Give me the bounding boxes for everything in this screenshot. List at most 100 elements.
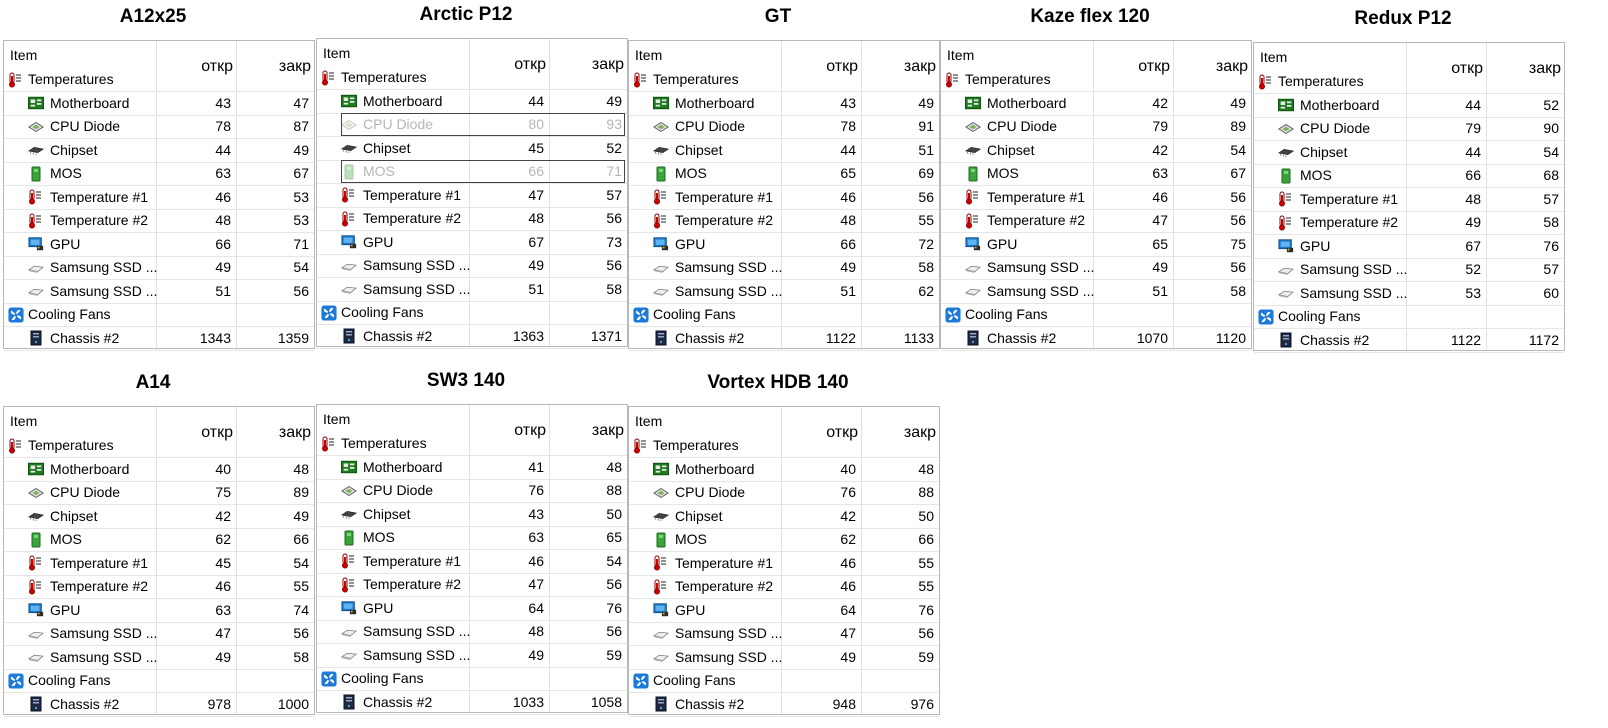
- sensor-row[interactable]: Samsung SSD ... 48 56: [317, 620, 627, 644]
- sensor-row[interactable]: CPU Diode 76 88: [317, 479, 627, 503]
- sensor-row[interactable]: Chipset 44 54: [1254, 141, 1564, 165]
- sensor-row[interactable]: Samsung SSD ... 52 57: [1254, 258, 1564, 282]
- sensor-row[interactable]: Chipset 42 49: [4, 505, 314, 529]
- sensor-row[interactable]: Temperature #1 47 57: [317, 184, 627, 208]
- sensor-row[interactable]: Samsung SSD ... 49 58: [4, 646, 314, 670]
- sensor-row[interactable]: Samsung SSD ... 49 58: [629, 256, 939, 280]
- group-cooling-fans[interactable]: Cooling Fans: [4, 669, 314, 693]
- sensor-row[interactable]: Temperature #1 46 54: [317, 550, 627, 574]
- sensor-row[interactable]: Chassis #2 1343 1359: [4, 327, 314, 351]
- header-item[interactable]: Item: [323, 411, 350, 427]
- sensor-row[interactable]: GPU 66 72: [629, 233, 939, 257]
- sensor-row[interactable]: Temperature #1 46 53: [4, 186, 314, 210]
- sensor-row[interactable]: Chassis #2 948 976: [629, 693, 939, 717]
- group-temperatures[interactable]: Temperatures: [941, 68, 1251, 92]
- sensor-row[interactable]: GPU 64 76: [629, 599, 939, 623]
- sensor-row[interactable]: Chassis #2 1070 1120: [941, 327, 1251, 351]
- group-temperatures[interactable]: Temperatures: [317, 432, 627, 456]
- group-temperatures[interactable]: Temperatures: [4, 434, 314, 458]
- sensor-row[interactable]: Temperature #1 46 56: [941, 186, 1251, 210]
- header-item[interactable]: Item: [10, 413, 37, 429]
- group-cooling-fans[interactable]: Cooling Fans: [4, 303, 314, 327]
- sensor-row[interactable]: Temperature #2 46 55: [4, 575, 314, 599]
- sensor-row[interactable]: Chipset 43 50: [317, 503, 627, 527]
- sensor-row[interactable]: MOS 65 69: [629, 162, 939, 186]
- header-item[interactable]: Item: [323, 45, 350, 61]
- sensor-row[interactable]: Samsung SSD ... 47 56: [629, 622, 939, 646]
- sensor-row[interactable]: Motherboard 40 48: [629, 458, 939, 482]
- sensor-row[interactable]: Samsung SSD ... 49 56: [941, 256, 1251, 280]
- sensor-row[interactable]: CPU Diode 76 88: [629, 481, 939, 505]
- sensor-row[interactable]: Samsung SSD ... 51 58: [941, 280, 1251, 304]
- sensor-row[interactable]: Chassis #2 978 1000: [4, 693, 314, 717]
- group-cooling-fans[interactable]: Cooling Fans: [317, 667, 627, 691]
- sensor-row[interactable]: Motherboard 44 52: [1254, 94, 1564, 118]
- sensor-row[interactable]: Temperature #1 48 57: [1254, 188, 1564, 212]
- sensor-row[interactable]: Temperature #2 46 55: [629, 575, 939, 599]
- header-item[interactable]: Item: [1260, 49, 1287, 65]
- sensor-row[interactable]: Motherboard 44 49: [317, 90, 627, 114]
- sensor-row[interactable]: Samsung SSD ... 53 60: [1254, 282, 1564, 306]
- sensor-row[interactable]: Chipset 44 51: [629, 139, 939, 163]
- sensor-row[interactable]: Chipset 44 49: [4, 139, 314, 163]
- sensor-row[interactable]: GPU 65 75: [941, 233, 1251, 257]
- sensor-row[interactable]: CPU Diode 80 93: [317, 113, 627, 137]
- sensor-row[interactable]: Temperature #2 47 56: [317, 573, 627, 597]
- sensor-row[interactable]: CPU Diode 79 89: [941, 115, 1251, 139]
- sensor-row[interactable]: Temperature #2 48 56: [317, 207, 627, 231]
- sensor-row[interactable]: Temperature #2 48 53: [4, 209, 314, 233]
- sensor-row[interactable]: Chipset 42 54: [941, 139, 1251, 163]
- sensor-row[interactable]: Temperature #1 46 56: [629, 186, 939, 210]
- sensor-row[interactable]: GPU 63 74: [4, 599, 314, 623]
- sensor-row[interactable]: Samsung SSD ... 51 58: [317, 278, 627, 302]
- sensor-row[interactable]: Motherboard 43 49: [629, 92, 939, 116]
- sensor-row[interactable]: Temperature #1 46 55: [629, 552, 939, 576]
- sensor-row[interactable]: MOS 62 66: [4, 528, 314, 552]
- sensor-row[interactable]: Samsung SSD ... 49 54: [4, 256, 314, 280]
- sensor-row[interactable]: GPU 67 73: [317, 231, 627, 255]
- group-temperatures[interactable]: Temperatures: [629, 434, 939, 458]
- sensor-row[interactable]: Temperature #2 49 58: [1254, 211, 1564, 235]
- header-item[interactable]: Item: [10, 47, 37, 63]
- group-temperatures[interactable]: Temperatures: [1254, 70, 1564, 94]
- group-temperatures[interactable]: Temperatures: [629, 68, 939, 92]
- sensor-row[interactable]: GPU 64 76: [317, 597, 627, 621]
- sensor-row[interactable]: CPU Diode 79 90: [1254, 117, 1564, 141]
- sensor-row[interactable]: Chassis #2 1033 1058: [317, 691, 627, 715]
- sensor-row[interactable]: MOS 63 67: [4, 162, 314, 186]
- sensor-row[interactable]: Temperature #2 48 55: [629, 209, 939, 233]
- sensor-row[interactable]: GPU 67 76: [1254, 235, 1564, 259]
- sensor-row[interactable]: CPU Diode 75 89: [4, 481, 314, 505]
- sensor-row[interactable]: Samsung SSD ... 49 56: [317, 254, 627, 278]
- sensor-row[interactable]: CPU Diode 78 91: [629, 115, 939, 139]
- group-cooling-fans[interactable]: Cooling Fans: [629, 669, 939, 693]
- sensor-row[interactable]: Chassis #2 1122 1172: [1254, 329, 1564, 353]
- sensor-row[interactable]: Samsung SSD ... 51 62: [629, 280, 939, 304]
- sensor-row[interactable]: MOS 63 65: [317, 526, 627, 550]
- sensor-row[interactable]: CPU Diode 78 87: [4, 115, 314, 139]
- sensor-row[interactable]: Chassis #2 1122 1133: [629, 327, 939, 351]
- sensor-row[interactable]: Samsung SSD ... 47 56: [4, 622, 314, 646]
- group-cooling-fans[interactable]: Cooling Fans: [1254, 305, 1564, 329]
- sensor-row[interactable]: Temperature #1 45 54: [4, 552, 314, 576]
- group-cooling-fans[interactable]: Cooling Fans: [317, 301, 627, 325]
- sensor-row[interactable]: Motherboard 43 47: [4, 92, 314, 116]
- sensor-row[interactable]: MOS 62 66: [629, 528, 939, 552]
- sensor-row[interactable]: Motherboard 40 48: [4, 458, 314, 482]
- header-item[interactable]: Item: [635, 413, 662, 429]
- header-item[interactable]: Item: [635, 47, 662, 63]
- sensor-row[interactable]: Chipset 45 52: [317, 137, 627, 161]
- group-cooling-fans[interactable]: Cooling Fans: [629, 303, 939, 327]
- sensor-row[interactable]: MOS 63 67: [941, 162, 1251, 186]
- sensor-row[interactable]: MOS 66 68: [1254, 164, 1564, 188]
- sensor-row[interactable]: GPU 66 71: [4, 233, 314, 257]
- sensor-row[interactable]: Chassis #2 1363 1371: [317, 325, 627, 349]
- sensor-row[interactable]: Motherboard 41 48: [317, 456, 627, 480]
- sensor-row[interactable]: Samsung SSD ... 51 56: [4, 280, 314, 304]
- sensor-row[interactable]: Samsung SSD ... 49 59: [629, 646, 939, 670]
- sensor-row[interactable]: Motherboard 42 49: [941, 92, 1251, 116]
- group-cooling-fans[interactable]: Cooling Fans: [941, 303, 1251, 327]
- group-temperatures[interactable]: Temperatures: [317, 66, 627, 90]
- sensor-row[interactable]: Chipset 42 50: [629, 505, 939, 529]
- sensor-row[interactable]: MOS 66 71: [317, 160, 627, 184]
